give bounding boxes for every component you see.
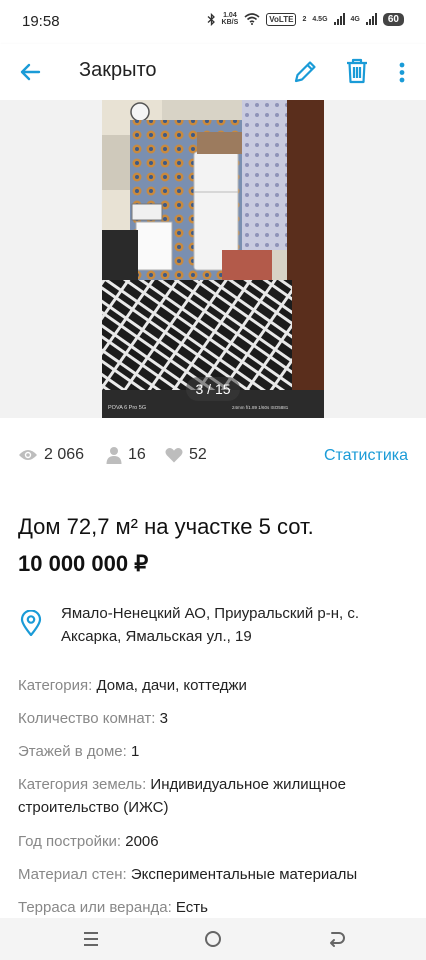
more-vertical-icon (399, 62, 405, 83)
views-stat: 2 066 (18, 446, 84, 464)
param-floors: Этажей в доме: 1 (18, 743, 140, 760)
heart-icon (165, 448, 183, 463)
status-time: 19:58 (22, 13, 60, 30)
person-icon (106, 447, 122, 464)
signal2-label: 4G (350, 15, 360, 23)
menu-icon (84, 932, 98, 946)
wifi-icon (244, 13, 260, 25)
listing-photo[interactable]: POVA 6 Pro 5G 24mm f/1.89 1/60s ISO5881 (102, 100, 324, 418)
back-button[interactable] (14, 56, 46, 88)
page-title: Закрыто (79, 59, 157, 81)
bluetooth-icon (207, 12, 215, 26)
edit-button[interactable] (290, 56, 320, 88)
trash-icon (347, 58, 367, 84)
arrow-left-icon (20, 63, 41, 81)
signal1-label: 4.5G (312, 15, 328, 23)
address-text: Ямало-Ненецкий АО, Приуральский р-н, с. … (61, 605, 360, 645)
battery-indicator: 60 (382, 12, 404, 26)
eye-icon (19, 450, 37, 460)
contacts-count: 16 (128, 446, 146, 463)
nav-back-button[interactable] (323, 927, 349, 951)
param-wall-material: Материал стен: Экспериментальные материа… (18, 866, 358, 883)
signal2-bars (365, 13, 377, 25)
photo-kitchen-image: POVA 6 Pro 5G 24mm f/1.89 1/60s ISO5881 (102, 100, 324, 418)
param-rooms: Количество комнат: 3 (18, 710, 168, 727)
favorites-stat: 52 (165, 446, 207, 464)
network-speed: 1.04 KB/S (221, 12, 239, 26)
status-bar: 19:58 1.04 KB/S VoLTE 2 4.5G 4G 60 (0, 0, 426, 44)
back-arrow-icon (330, 932, 345, 947)
photo-caption-right: 24mm f/1.89 1/60s ISO5881 (232, 405, 289, 410)
location-pin-icon (20, 610, 42, 636)
pencil-icon (294, 61, 316, 83)
system-nav-bar (0, 918, 426, 960)
app-bar: Закрыто (0, 44, 426, 100)
nav-menu-button[interactable] (78, 927, 104, 951)
param-build-year: Год постройки: 2006 (18, 833, 159, 850)
photo-counter: 3 / 15 (186, 377, 240, 401)
photo-gallery[interactable]: POVA 6 Pro 5G 24mm f/1.89 1/60s ISO5881 … (0, 100, 426, 418)
volte-badge: VoLTE (266, 12, 297, 26)
photo-caption-left: POVA 6 Pro 5G (108, 405, 146, 411)
address-block[interactable]: Ямало-Ненецкий АО, Приуральский р-н, с. … (18, 600, 408, 650)
param-terrace: Терраса или веранда: Есть (18, 899, 208, 916)
param-category: Категория: Дома, дачи, коттеджи (18, 677, 247, 694)
volte-sim: 2 (302, 15, 307, 23)
listing-title: Дом 72,7 м² на участке 5 сот. (18, 514, 314, 539)
signal1-bars (333, 13, 345, 25)
more-options-button[interactable] (392, 56, 412, 88)
listing-price: 10 000 000 ₽ (18, 551, 149, 576)
contacts-stat: 16 (106, 446, 146, 464)
status-icons: 1.04 KB/S VoLTE 2 4.5G 4G 60 (207, 12, 404, 26)
circle-home-icon (205, 931, 221, 947)
param-land-category: Категория земель: Индивидуальное жилищно… (18, 776, 346, 816)
favorites-count: 52 (189, 446, 207, 463)
statistics-link[interactable]: Статистика (324, 447, 408, 465)
stats-row: 2 066 16 52 Статистика (0, 440, 426, 474)
views-count: 2 066 (44, 446, 85, 463)
delete-button[interactable] (343, 55, 371, 87)
nav-home-button[interactable] (200, 927, 226, 951)
